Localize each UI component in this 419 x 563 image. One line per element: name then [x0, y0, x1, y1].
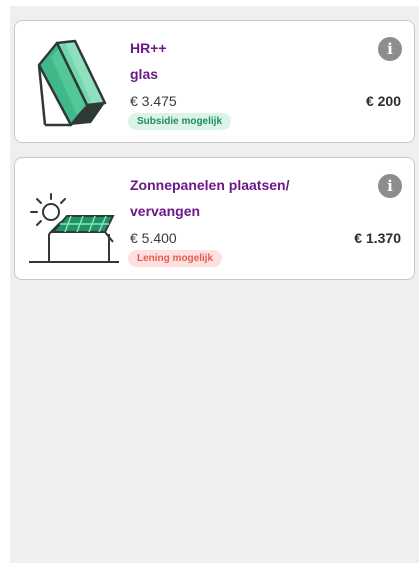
measure-card-solar-panels[interactable]: Zonnepanelen plaatsen/ vervangen € 5.400… [14, 157, 415, 280]
measure-price: € 3.475 [130, 93, 177, 109]
loan-badge: Lening mogelijk [128, 250, 223, 267]
measure-saving: € 200 [365, 93, 401, 109]
double-glazing-icon [37, 39, 107, 127]
measure-title: HR++ glas [130, 35, 280, 87]
measure-saving: € 1.370 [354, 230, 401, 246]
solar-panel-house-icon [29, 193, 119, 263]
info-icon[interactable]: i [378, 37, 402, 61]
measure-title-line2: vervangen [130, 203, 201, 219]
measure-title-line2: glas [130, 66, 159, 82]
measure-title: Zonnepanelen plaatsen/ vervangen [130, 172, 350, 224]
info-icon[interactable]: i [378, 174, 402, 198]
measure-title-line1: HR++ [130, 40, 167, 56]
measure-price: € 5.400 [130, 230, 177, 246]
measure-title-line1: Zonnepanelen plaatsen/ [130, 177, 290, 193]
measure-card-hr-glass[interactable]: HR++ glas € 3.475 € 200 Subsidie mogelij… [14, 20, 415, 143]
subsidy-badge: Subsidie mogelijk [128, 113, 232, 130]
